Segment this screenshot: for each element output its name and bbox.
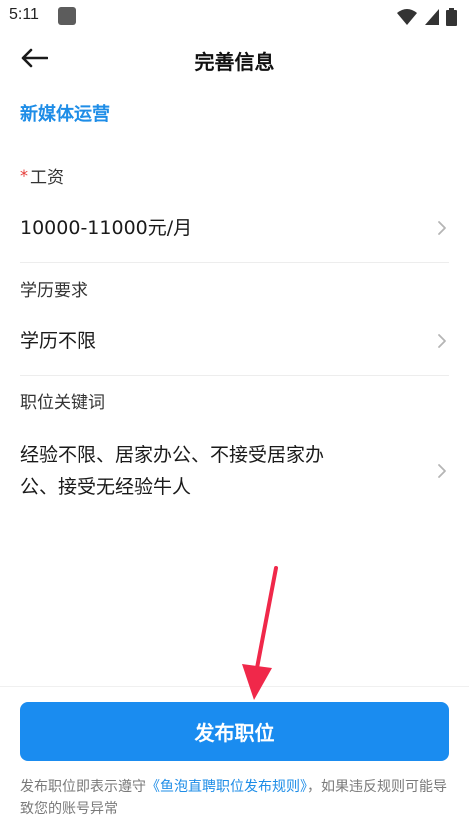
bottom-divider <box>0 686 469 687</box>
chevron-right-icon <box>435 331 449 351</box>
wifi-icon <box>396 8 418 30</box>
publish-job-button[interactable]: 发布职位 <box>20 702 449 761</box>
keywords-label: 职位关键词 <box>20 393 105 413</box>
keywords-value: 经验不限、居家办公、不接受居家办 公、接受无经验牛人 <box>20 439 324 503</box>
status-bar: 5:11 <box>0 0 469 32</box>
rules-link[interactable]: 《鱼泡直聘职位发布规则》 <box>146 779 307 795</box>
salary-value: 10000-11000元/月 <box>20 217 193 239</box>
app-header: 完善信息 <box>0 32 469 88</box>
education-label: 学历要求 <box>20 281 88 301</box>
divider <box>20 375 449 376</box>
salary-label-row: * 工资 <box>20 163 449 188</box>
keywords-section: 职位关键词 经验不限、居家办公、不接受居家办 公、接受无经验牛人 <box>20 388 449 503</box>
footer-note: 发布职位即表示遵守《鱼泡直聘职位发布规则》，如果违反规则可能导致您的账号异常 <box>20 776 452 820</box>
salary-selector[interactable]: 10000-11000元/月 <box>20 212 449 244</box>
divider <box>20 262 449 263</box>
chevron-right-icon <box>435 461 449 481</box>
chevron-right-icon <box>435 218 449 238</box>
salary-section: * 工资 10000-11000元/月 <box>20 163 449 263</box>
keywords-value-line-2: 公、接受无经验牛人 <box>20 476 192 498</box>
app-icon <box>58 7 76 25</box>
signal-icon <box>424 8 440 30</box>
keywords-selector[interactable]: 经验不限、居家办公、不接受居家办 公、接受无经验牛人 <box>20 439 449 503</box>
required-mark: * <box>20 166 28 185</box>
status-icons <box>396 8 457 30</box>
education-value: 学历不限 <box>20 330 97 352</box>
battery-icon <box>446 8 457 30</box>
education-section: 学历要求 学历不限 <box>20 276 449 376</box>
salary-label: 工资 <box>30 168 64 188</box>
job-title-link[interactable]: 新媒体运营 <box>20 100 110 126</box>
status-time: 5:11 <box>9 6 39 23</box>
education-selector[interactable]: 学历不限 <box>20 325 449 357</box>
footer-note-prefix: 发布职位即表示遵守 <box>20 779 146 795</box>
page-title: 完善信息 <box>194 50 275 74</box>
keywords-value-line-1: 经验不限、居家办公、不接受居家办 <box>20 444 325 466</box>
